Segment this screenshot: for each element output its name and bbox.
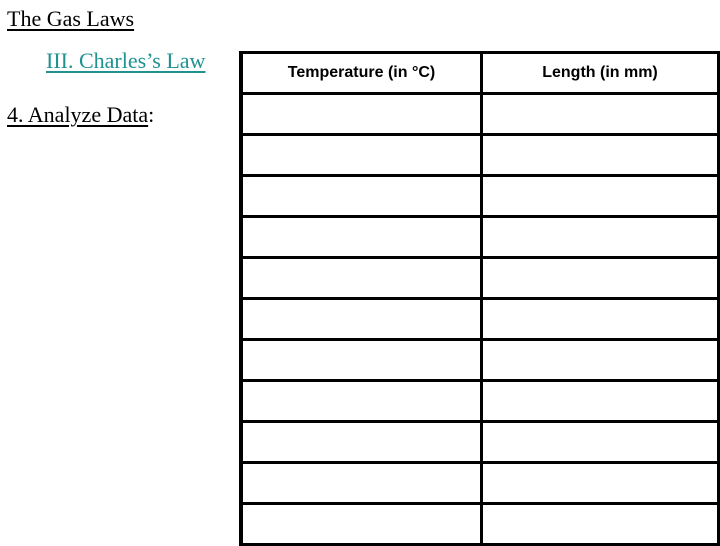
table-row [241, 462, 720, 505]
table-row [241, 380, 720, 423]
temperature-cell[interactable] [241, 298, 483, 341]
table-row [241, 339, 720, 382]
temperature-cell[interactable] [241, 503, 483, 546]
slide-title: The Gas Laws [7, 6, 135, 31]
step-heading: 4. Analyze Data: [7, 101, 154, 129]
temperature-cell[interactable] [241, 339, 483, 382]
length-cell[interactable] [481, 339, 720, 382]
section-subtitle: III. Charles’s Law [46, 48, 206, 73]
table-row [241, 216, 720, 259]
temperature-cell[interactable] [241, 93, 483, 136]
length-cell[interactable] [481, 462, 720, 505]
table-row [241, 421, 720, 464]
length-cell[interactable] [481, 380, 720, 423]
table-row [241, 503, 720, 546]
length-cell[interactable] [481, 134, 720, 177]
step-colon: : [148, 102, 155, 127]
temperature-cell[interactable] [241, 421, 483, 464]
data-table: Temperature (in °C) Length (in mm) [239, 51, 720, 546]
temperature-cell[interactable] [241, 134, 483, 177]
temperature-cell[interactable] [241, 175, 483, 218]
table-row [241, 175, 720, 218]
table-row [241, 257, 720, 300]
length-cell[interactable] [481, 298, 720, 341]
table-row [241, 298, 720, 341]
length-cell[interactable] [481, 93, 720, 136]
length-cell[interactable] [481, 503, 720, 546]
step-label: 4. Analyze Data [7, 102, 149, 127]
column-header-temperature: Temperature (in °C) [241, 52, 483, 95]
length-cell[interactable] [481, 421, 720, 464]
length-cell[interactable] [481, 216, 720, 259]
table-row [241, 93, 720, 136]
length-cell[interactable] [481, 175, 720, 218]
column-header-length: Length (in mm) [481, 52, 720, 95]
length-cell[interactable] [481, 257, 720, 300]
temperature-cell[interactable] [241, 380, 483, 423]
temperature-cell[interactable] [241, 216, 483, 259]
temperature-cell[interactable] [241, 257, 483, 300]
table-row [241, 134, 720, 177]
table-header-row: Temperature (in °C) Length (in mm) [241, 52, 720, 95]
temperature-cell[interactable] [241, 462, 483, 505]
